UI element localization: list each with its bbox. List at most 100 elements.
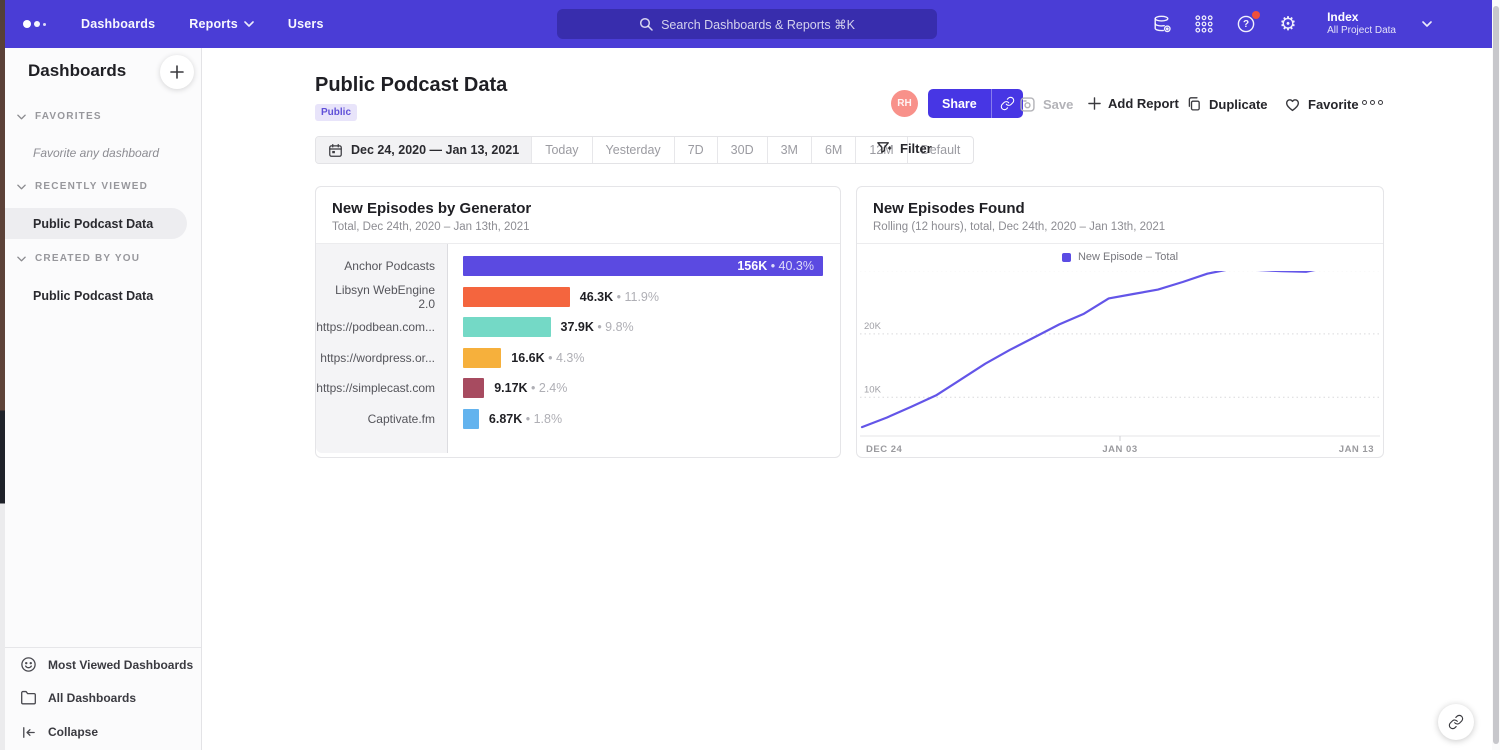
report-card-new-episodes-by-generator[interactable]: New Episodes by Generator Total, Dec 24t… — [315, 186, 841, 458]
share-button[interactable]: Share — [928, 89, 991, 118]
collapse-label: Collapse — [48, 725, 98, 739]
notification-badge — [1252, 11, 1260, 19]
favorites-empty-text: Favorite any dashboard — [33, 146, 159, 160]
search-icon — [639, 17, 653, 31]
project-switcher[interactable]: Index All Project Data — [1327, 10, 1432, 38]
date-preset-30d[interactable]: 30D — [717, 137, 767, 163]
settings-gear-icon[interactable]: ⚙ — [1277, 13, 1299, 35]
help-icon[interactable]: ? — [1235, 13, 1257, 35]
collapse-sidebar-button[interactable]: Collapse — [5, 714, 201, 750]
nav-users[interactable]: Users — [288, 17, 324, 31]
card-title: New Episodes Found — [873, 200, 1367, 217]
all-dashboards-button[interactable]: All Dashboards — [5, 681, 201, 714]
line-chart-svg[interactable]: 10K20K30KDEC 24JAN 03JAN 13 — [860, 271, 1380, 458]
scrollbar-thumb[interactable] — [1493, 6, 1499, 744]
favorite-button[interactable]: Favorite — [1284, 96, 1359, 113]
dot-icon — [1378, 100, 1383, 105]
filter-label: Filter — [900, 141, 932, 156]
svg-text:20K: 20K — [864, 321, 882, 332]
card-header: New Episodes by Generator Total, Dec 24t… — [316, 187, 840, 244]
report-card-new-episodes-found[interactable]: New Episodes Found Rolling (12 hours), t… — [856, 186, 1384, 458]
bar-area: 46.3K • 11.9% — [463, 287, 840, 307]
apps-grid-icon[interactable] — [1193, 13, 1215, 35]
bar-category-label: Libsyn WebEngine 2.0 — [316, 283, 448, 311]
bar-category-label: Anchor Podcasts — [316, 259, 448, 273]
bar-value: 16.6K • 4.3% — [511, 351, 584, 365]
legend-label: New Episode – Total — [1078, 251, 1178, 263]
date-range-picker[interactable]: Dec 24, 2020 — Jan 13, 2021 — [316, 137, 531, 163]
global-search-input[interactable]: Search Dashboards & Reports ⌘K — [557, 9, 937, 39]
svg-text:DEC 24: DEC 24 — [866, 444, 902, 455]
bar-area: 16.6K • 4.3% — [463, 348, 840, 368]
bar[interactable] — [463, 348, 501, 368]
bar[interactable] — [463, 317, 551, 337]
save-button[interactable]: Save — [1019, 96, 1073, 113]
data-sources-icon[interactable] — [1151, 13, 1173, 35]
card-header: New Episodes Found Rolling (12 hours), t… — [857, 187, 1383, 244]
new-dashboard-button[interactable] — [160, 55, 194, 89]
bar-value: 46.3K • 11.9% — [580, 290, 659, 304]
date-preset-yesterday[interactable]: Yesterday — [592, 137, 674, 163]
page-title: Public Podcast Data — [315, 74, 507, 97]
chevron-down-icon — [244, 21, 254, 27]
share-label: Share — [942, 97, 977, 111]
gear-glyph: ⚙ — [1280, 15, 1297, 34]
sidebar-item-created-dashboard[interactable]: Public Podcast Data — [5, 280, 187, 311]
bar-chart-row: https://simplecast.com 9.17K • 2.4% — [316, 373, 840, 404]
nav-users-label: Users — [288, 17, 324, 31]
project-labels: Index All Project Data — [1327, 10, 1396, 38]
chevron-down-icon — [17, 184, 26, 190]
most-viewed-dashboards-button[interactable]: Most Viewed Dashboards — [5, 648, 201, 681]
duplicate-button[interactable]: Duplicate — [1186, 96, 1268, 112]
project-subtitle: All Project Data — [1327, 25, 1396, 38]
nav-reports[interactable]: Reports — [189, 17, 254, 31]
bar-value: 156K • 40.3% — [737, 259, 814, 273]
chart-legend[interactable]: New Episode – Total — [857, 244, 1383, 270]
svg-text:JAN 13: JAN 13 — [1339, 444, 1374, 455]
logo-dot-icon — [43, 23, 46, 26]
date-preset-3m[interactable]: 3M — [767, 137, 811, 163]
top-navigation-bar: Dashboards Reports Users Search Dashboar… — [5, 0, 1492, 48]
copy-page-link-button[interactable] — [1438, 704, 1474, 740]
page-scrollbar[interactable] — [1492, 0, 1500, 750]
bar-value: 9.17K • 2.4% — [494, 381, 567, 395]
svg-text:JAN 03: JAN 03 — [1102, 444, 1137, 455]
date-range-value: Dec 24, 2020 — Jan 13, 2021 — [351, 143, 519, 157]
chevron-down-icon — [17, 256, 26, 262]
svg-text:10K: 10K — [864, 384, 882, 395]
bar[interactable] — [463, 378, 484, 398]
app-logo[interactable] — [23, 20, 57, 28]
plus-icon — [170, 65, 184, 79]
date-preset-7d[interactable]: 7D — [674, 137, 717, 163]
section-recently-viewed[interactable]: RECENTLY VIEWED — [5, 181, 201, 192]
add-report-button[interactable]: Add Report — [1088, 96, 1179, 111]
date-preset-today[interactable]: Today — [531, 137, 591, 163]
visibility-badge: Public — [315, 104, 357, 121]
avatar[interactable]: RH — [891, 90, 918, 117]
bar[interactable] — [463, 409, 479, 429]
more-actions-button[interactable] — [1362, 100, 1383, 105]
bar-chart-rows: Anchor Podcasts 156K • 40.3% Libsyn WebE… — [316, 251, 840, 434]
bar-value: 37.9K • 9.8% — [561, 320, 634, 334]
bar[interactable]: 156K • 40.3% — [463, 256, 823, 276]
nav-reports-label: Reports — [189, 17, 238, 31]
bar-chart: Anchor Podcasts 156K • 40.3% Libsyn WebE… — [316, 244, 840, 453]
created-by-you-label: CREATED BY YOU — [35, 253, 140, 264]
date-preset-6m[interactable]: 6M — [811, 137, 855, 163]
card-subtitle: Rolling (12 hours), total, Dec 24th, 202… — [873, 221, 1367, 233]
nav-dashboards[interactable]: Dashboards — [81, 17, 155, 31]
bar[interactable] — [463, 287, 570, 307]
filter-button[interactable]: Filter — [876, 140, 932, 156]
bar-area: 37.9K • 9.8% — [463, 317, 840, 337]
card-subtitle: Total, Dec 24th, 2020 – Jan 13th, 2021 — [332, 221, 824, 233]
app-root: Dashboards Reports Users Search Dashboar… — [0, 0, 1500, 750]
bar-value: 6.87K • 1.8% — [489, 412, 562, 426]
logo-dot-icon — [23, 20, 31, 28]
section-created-by-you[interactable]: CREATED BY YOU — [5, 253, 201, 264]
section-favorites[interactable]: FAVORITES — [5, 111, 201, 122]
search-placeholder: Search Dashboards & Reports ⌘K — [661, 17, 855, 32]
copy-share-link-button[interactable] — [991, 89, 1023, 118]
sidebar-item-recent-dashboard[interactable]: Public Podcast Data — [5, 208, 187, 239]
help-question-glyph: ? — [1243, 19, 1249, 30]
bar-category-label: https://wordpress.or... — [316, 351, 448, 365]
